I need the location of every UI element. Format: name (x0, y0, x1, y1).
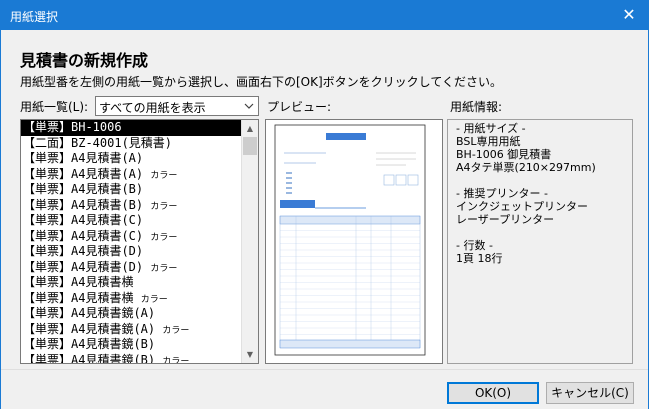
paper-info-line: A4タテ単票(210×297mm) (456, 161, 596, 174)
paper-list-item[interactable]: 【単票】A4見積書(B) (21, 182, 243, 198)
paper-list-item-label: 【単票】A4見積書(B) (23, 182, 144, 196)
paper-info-line (456, 226, 624, 239)
paper-list-item[interactable]: 【単票】A4見積書(B) カラー (21, 198, 243, 214)
paper-list-item-label: 【単票】A4見積書(A) (23, 151, 144, 165)
paper-info-line: レーザープリンター (456, 213, 555, 226)
paper-list-item-label: 【単票】A4見積書鏡(B) (23, 337, 156, 351)
paper-info-line (456, 174, 624, 187)
paper-info-line: インクジェットプリンター (456, 200, 588, 213)
paper-filter-value: すべての用紙を表示 (99, 101, 206, 115)
paper-list-item-suffix: カラー (150, 201, 178, 212)
paper-list-item-label: 【単票】A4見積書横 (23, 290, 134, 305)
paper-info-panel: - 用紙サイズ - BSL専用用紙 BH-1006 御見積書 A4タテ単票(210×2… (447, 119, 633, 364)
paper-list-item[interactable]: 【単票】A4見積書横 (21, 275, 243, 291)
scroll-down-icon[interactable]: ▼ (242, 346, 258, 363)
paper-info-line: 1頁 18行 (456, 252, 503, 265)
paper-info-line: BH-1006 御見積書 (456, 148, 552, 161)
paper-list-item-label: 【単票】A4見積書(B) (23, 197, 144, 212)
paper-info-line: - 用紙サイズ - (456, 122, 526, 135)
dialog-window: 用紙選択 ✕ 見積書の新規作成 用紙型番を左側の用紙一覧から選択し、画面右下の[… (0, 0, 649, 409)
paper-list-item-suffix: カラー (162, 325, 190, 336)
paper-list-item-suffix: カラー (140, 294, 168, 305)
paper-list-item-suffix: カラー (150, 263, 178, 274)
paper-list-item[interactable]: 【単票】A4見積書(C) (21, 213, 243, 229)
paper-listbox[interactable]: 【単票】BH-1006 【二面】BZ-4001(見積書) 【単票】A4見積書(A) 【… (20, 119, 259, 364)
paper-list-item[interactable]: 【単票】A4見積書(A) カラー (21, 167, 243, 183)
vertical-scrollbar[interactable]: ▲ ▼ (241, 120, 258, 363)
paper-list-item-label: 【単票】A4見積書鏡(A) (23, 321, 156, 336)
scrollbar-thumb[interactable] (243, 137, 257, 155)
paper-list-item[interactable]: 【単票】A4見積書鏡(A) (21, 306, 243, 322)
paper-list-item[interactable]: 【単票】A4見積書鏡(B) カラー (21, 352, 243, 364)
paper-list-item-label: 【単票】A4見積書(A) (23, 166, 144, 181)
paper-list-item-suffix: カラー (150, 232, 178, 243)
paper-list-item[interactable]: 【単票】A4見積書横 カラー (21, 291, 243, 307)
paper-list-item[interactable]: 【単票】A4見積書(C) カラー (21, 229, 243, 245)
chevron-down-icon[interactable] (242, 99, 256, 113)
instruction-text: 用紙型番を左側の用紙一覧から選択し、画面右下の[OK]ボタンをクリックしてくださ… (20, 75, 502, 89)
paper-list-item[interactable]: 【単票】A4見積書鏡(B) (21, 337, 243, 353)
paper-list-item-label: 【単票】A4見積書鏡(A) (23, 306, 156, 320)
paper-list-item-label: 【単票】A4見積書(C) (23, 213, 144, 227)
paper-info-line: - 推奨プリンター - (456, 187, 548, 200)
paper-list-label: 用紙一覧(L): (20, 100, 89, 114)
paper-list-item-label: 【二面】BZ-4001(見積書) (23, 135, 173, 150)
paper-list-item-label: 【単票】A4見積書鏡(B) (23, 352, 156, 364)
ok-button[interactable]: OK(O) (447, 382, 539, 404)
dialog-content: 見積書の新規作成 用紙型番を左側の用紙一覧から選択し、画面右下の[OK]ボタンを… (1, 30, 648, 369)
paper-info-line: BSL専用用紙 (456, 135, 521, 148)
title-bar[interactable]: 用紙選択 ✕ (1, 1, 648, 30)
paper-info-lines: - 用紙サイズ - BSL専用用紙 BH-1006 御見積書 A4タテ単票(210×2… (456, 122, 624, 265)
cancel-button[interactable]: キャンセル(C) (546, 382, 634, 404)
paper-list: 【単票】BH-1006 【二面】BZ-4001(見積書) 【単票】A4見積書(A) 【… (21, 120, 243, 364)
paper-list-item-label: 【単票】A4見積書(C) (23, 228, 144, 243)
button-bar: OK(O) キャンセル(C) (1, 369, 648, 409)
paper-list-item-label: 【単票】A4見積書(D) (23, 244, 144, 258)
preview-label: プレビュー: (267, 100, 332, 114)
paper-list-item[interactable]: 【単票】BH-1006 (21, 120, 243, 136)
paper-list-item-label: 【単票】A4見積書横 (23, 275, 134, 289)
paper-list-item-suffix: カラー (162, 356, 190, 364)
paper-list-item[interactable]: 【単票】A4見積書(A) (21, 151, 243, 167)
paper-info-label: 用紙情報: (450, 100, 503, 114)
close-button[interactable]: ✕ (610, 1, 648, 30)
paper-list-item-label: 【単票】BH-1006 (23, 120, 122, 134)
scroll-up-icon[interactable]: ▲ (242, 120, 258, 137)
paper-list-item[interactable]: 【単票】A4見積書(D) カラー (21, 260, 243, 276)
form-preview-image (274, 124, 426, 356)
paper-list-item[interactable]: 【単票】A4見積書鏡(A) カラー (21, 322, 243, 338)
paper-info-line: - 行数 - (456, 239, 493, 252)
paper-list-item-label: 【単票】A4見積書(D) (23, 259, 144, 274)
preview-panel (265, 119, 443, 364)
paper-list-item-suffix: カラー (150, 170, 178, 181)
window-title: 用紙選択 (10, 10, 59, 24)
paper-list-item[interactable]: 【二面】BZ-4001(見積書) (21, 136, 243, 152)
paper-filter-select[interactable]: すべての用紙を表示 (95, 96, 259, 116)
paper-list-item[interactable]: 【単票】A4見積書(D) (21, 244, 243, 260)
page-title: 見積書の新規作成 (20, 51, 149, 70)
